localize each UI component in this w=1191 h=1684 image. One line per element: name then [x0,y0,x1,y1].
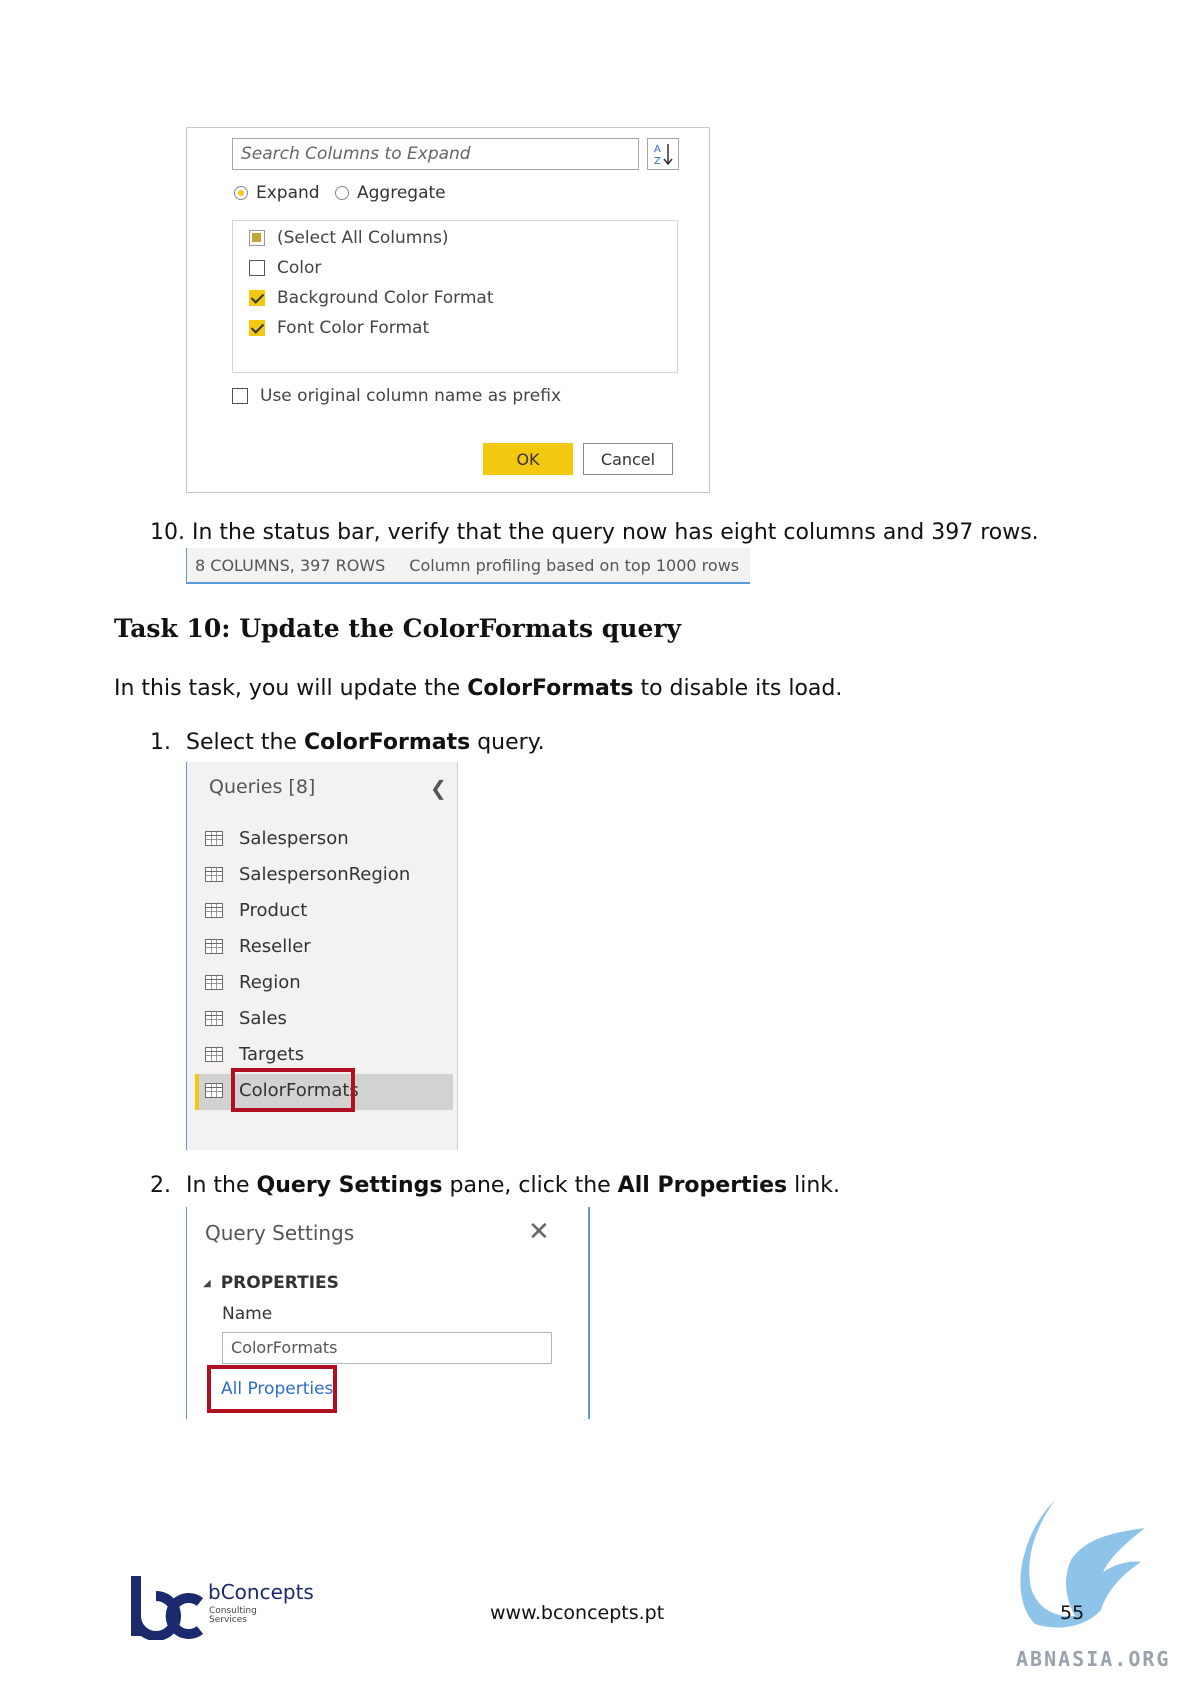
sort-button[interactable]: A Z [647,138,679,170]
query-label: Reseller [239,936,311,957]
intro-text: In this task, you will update the [114,676,468,701]
column-label: Color [277,258,322,278]
name-label: Name [222,1304,273,1324]
bconcepts-logo-mark [131,1576,204,1641]
checkbox-unchecked-icon [232,388,248,404]
query-item-salesperson[interactable]: Salesperson [205,828,349,849]
column-label: (Select All Columns) [277,228,449,248]
search-columns-input[interactable]: Search Columns to Expand [232,138,639,170]
ok-button[interactable]: OK [483,443,573,475]
bconcepts-logo [128,1576,208,1644]
step-bold: Query Settings [256,1173,443,1198]
table-icon [205,939,223,954]
step-text: In the status bar, verify that the query… [192,520,1039,545]
query-item-reseller[interactable]: Reseller [205,936,311,957]
selected-row-marker [195,1074,199,1110]
status-profiling[interactable]: Column profiling based on top 1000 rows [409,556,739,575]
properties-label: PROPERTIES [220,1273,339,1293]
column-checkbox-background-color-format[interactable]: Background Color Format [249,288,494,308]
svg-text:Z: Z [654,156,661,167]
step-bold: ColorFormats [303,730,471,755]
task-intro: In this task, you will update the ColorF… [114,676,842,701]
watermark-bird-logo [1015,1498,1155,1642]
table-icon [205,1011,223,1026]
step-1: 1. Select the ColorFormats query. [150,730,545,755]
expand-radio[interactable]: Expand [234,183,320,203]
query-item-salespersonregion[interactable]: SalespersonRegion [205,864,410,885]
checkbox-unchecked-icon [249,260,265,276]
checkbox-checked-icon [249,320,265,336]
checkbox-checked-icon [249,290,265,306]
column-checkbox-select-all[interactable]: (Select All Columns) [249,228,449,248]
step-text: Select the [186,730,304,755]
svg-text:A: A [654,144,661,155]
column-label: Background Color Format [277,288,494,308]
query-item-targets[interactable]: Targets [205,1044,304,1065]
column-checkbox-color[interactable]: Color [249,258,321,278]
cancel-button[interactable]: Cancel [583,443,673,475]
step-number: 10. [150,520,185,545]
query-name-field[interactable]: ColorFormats [222,1332,552,1364]
query-item-sales[interactable]: Sales [205,1008,287,1029]
expand-columns-dialog: Search Columns to Expand A Z Expand Aggr… [186,127,710,493]
step-text-end: link. [787,1173,841,1198]
table-icon [205,867,223,882]
query-settings-title: Query Settings [205,1221,355,1245]
query-item-region[interactable]: Region [205,972,301,993]
table-icon [205,903,223,918]
checkbox-partial-icon [249,230,265,246]
radio-unselected-icon [335,186,349,200]
query-settings-pane: Query Settings ✕ ◢ PROPERTIES Name Color… [186,1207,590,1419]
query-label: Sales [239,1008,287,1029]
step-2: 2. In the Query Settings pane, click the … [150,1173,840,1198]
query-label: Product [239,900,308,921]
query-item-product[interactable]: Product [205,900,307,921]
step-number: 1. [150,730,171,755]
step-text: pane, click the [442,1173,618,1198]
status-bar: 8 COLUMNS, 397 ROWS Column profiling bas… [186,548,750,584]
intro-text-end: to disable its load. [633,676,843,701]
watermark-text: ABNASIA.ORG [1016,1647,1171,1671]
selection-highlight-box [231,1068,355,1112]
query-label: Region [239,972,301,993]
aggregate-radio[interactable]: Aggregate [335,183,446,203]
all-properties-link[interactable]: All Properties [207,1365,337,1413]
step-10: 10. In the status bar, verify that the q… [150,520,1039,545]
collapse-triangle-icon: ◢ [203,1277,211,1289]
step-text: In the [186,1173,257,1198]
table-icon [205,975,223,990]
column-label: Font Color Format [277,318,430,338]
status-columns-rows: 8 COLUMNS, 397 ROWS [195,555,386,575]
table-icon [205,1047,223,1062]
queries-title: Queries [8] [209,776,316,798]
chevron-left-icon[interactable]: ❮ [430,776,447,800]
queries-pane: Queries [8] ❮ Salesperson SalespersonReg… [186,762,458,1150]
table-icon [205,831,223,846]
table-icon [205,1083,223,1098]
prefix-label: Use original column name as prefix [260,386,562,406]
intro-bold: ColorFormats [467,676,634,701]
page-number: 55 [1060,1602,1085,1624]
step-bold: All Properties [617,1173,788,1198]
column-checkbox-font-color-format[interactable]: Font Color Format [249,318,429,338]
task-heading: Task 10: Update the ColorFormats query [114,614,682,643]
column-list: (Select All Columns) Color Background Co… [232,220,678,373]
bird-watermark-icon [1020,1500,1145,1628]
query-label: SalespersonRegion [239,864,411,885]
brand-name: bConcepts [208,1580,314,1604]
radio-selected-icon [234,186,248,200]
brand-tagline: Services [209,1615,247,1625]
step-text-end: query. [470,730,545,755]
close-icon[interactable]: ✕ [528,1217,550,1247]
properties-section-header[interactable]: ◢ PROPERTIES [203,1273,339,1293]
query-label: Salesperson [239,828,349,849]
step-number: 2. [150,1173,171,1198]
footer-url: www.bconcepts.pt [490,1602,665,1624]
query-label: Targets [239,1044,305,1065]
prefix-checkbox[interactable]: Use original column name as prefix [232,386,561,406]
expand-radio-label: Expand [256,183,320,203]
sort-az-icon: A Z [654,144,673,167]
aggregate-radio-label: Aggregate [357,183,446,203]
